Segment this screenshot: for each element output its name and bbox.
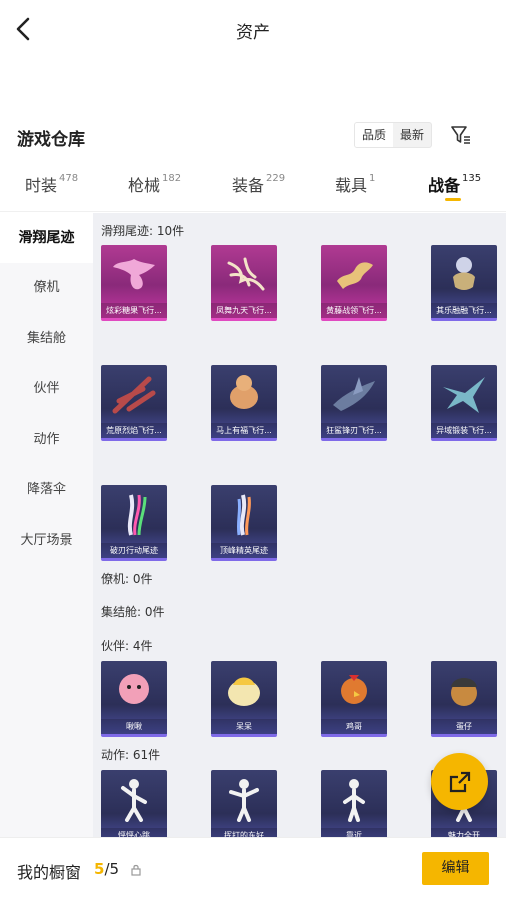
trail-icon xyxy=(127,494,147,536)
item-label: 呆呆 xyxy=(211,719,277,734)
section-title-wingman: 僚机: 0件 xyxy=(101,572,153,586)
item-label: 鸡哥 xyxy=(321,719,387,734)
item-label: 怦怦心跳 xyxy=(101,828,167,837)
item-label: 魅力全开 xyxy=(431,828,497,837)
item-card[interactable]: 鸡哥 xyxy=(321,661,387,737)
item-card[interactable]: 啾啾 xyxy=(101,661,167,737)
tab-guns[interactable]: 枪械 182 xyxy=(128,172,181,196)
active-tab-indicator xyxy=(445,198,461,201)
item-label: 狂鲨锋刃飞行... xyxy=(321,423,387,438)
item-card[interactable]: 其乐融融飞行... xyxy=(431,245,497,321)
item-card[interactable]: 破刃行动尾迹 xyxy=(101,485,167,561)
section-title-pod: 集结舱: 0件 xyxy=(101,605,165,619)
sidebar-item-parachute[interactable]: 降落伞 xyxy=(0,465,93,515)
glider-icon xyxy=(443,377,485,413)
sort-quality-button[interactable]: 品质 xyxy=(355,123,394,147)
sidebar: 滑翔尾迹 僚机 集结舱 伙伴 动作 降落伞 大厅场景 xyxy=(0,213,93,837)
tab-equipment[interactable]: 装备 229 xyxy=(232,172,285,196)
tab-count: 229 xyxy=(266,172,286,184)
tab-fashion[interactable]: 时装 478 xyxy=(25,172,78,196)
item-card[interactable]: 狂鲨锋刃飞行... xyxy=(321,365,387,441)
glider-icon xyxy=(453,257,475,290)
category-tabs: 时装 478 枪械 182 装备 229 载具 1 战备 135 xyxy=(0,160,506,212)
item-label: 马上有福飞行... xyxy=(211,423,277,438)
item-card[interactable]: 靠近 xyxy=(321,770,387,837)
item-label: 荒原烈焰飞行... xyxy=(101,423,167,438)
item-card[interactable]: 挥打的东好 xyxy=(211,770,277,837)
sidebar-item-emote[interactable]: 动作 xyxy=(0,415,93,465)
partner-icon xyxy=(451,678,477,706)
tab-label: 战备 xyxy=(428,176,461,195)
item-label: 其乐融融飞行... xyxy=(431,303,497,318)
tab-vehicles[interactable]: 载具 1 xyxy=(335,172,375,196)
sidebar-item-wingman[interactable]: 僚机 xyxy=(0,263,93,313)
item-label: 异域锻装飞行... xyxy=(431,423,497,438)
partner-icon xyxy=(341,675,367,704)
section-title-glide: 滑翔尾迹: 10件 xyxy=(101,224,185,238)
tab-count: 135 xyxy=(462,172,482,184)
glider-icon xyxy=(230,375,258,409)
edit-button[interactable]: 编辑 xyxy=(422,852,489,885)
top-bar: 资产 xyxy=(0,0,506,60)
glider-icon xyxy=(113,259,155,290)
glider-icon xyxy=(112,376,156,414)
tab-count: 182 xyxy=(162,172,182,184)
sidebar-item-pod[interactable]: 集结舱 xyxy=(0,314,93,364)
tab-count: 478 xyxy=(59,172,79,184)
sort-latest-button[interactable]: 最新 xyxy=(393,123,431,147)
glider-icon xyxy=(333,377,375,411)
warehouse-title: 游戏仓库 xyxy=(17,130,85,150)
showcase-bar: 我的橱窗 5/5 编辑 xyxy=(0,837,506,897)
partner-icon xyxy=(119,674,149,704)
item-card[interactable]: 怦怦心跳 xyxy=(101,770,167,837)
section-title-emote: 动作: 61件 xyxy=(101,748,161,762)
section-title-partner: 伙伴: 4件 xyxy=(101,639,153,653)
item-label: 啾啾 xyxy=(101,719,167,734)
item-label: 靠近 xyxy=(321,828,387,837)
tab-label: 时装 xyxy=(25,176,58,195)
partner-icon xyxy=(228,677,260,706)
tab-label: 枪械 xyxy=(128,176,161,195)
lock-icon xyxy=(131,864,141,876)
item-label: 破刃行动尾迹 xyxy=(101,543,167,558)
trail-icon xyxy=(236,494,251,536)
item-card[interactable]: 顶峰精英尾迹 xyxy=(211,485,277,561)
emote-icon xyxy=(343,779,365,822)
item-label: 顶峰精英尾迹 xyxy=(211,543,277,558)
glider-icon xyxy=(337,262,373,289)
external-link-icon xyxy=(449,771,471,793)
share-button[interactable] xyxy=(431,753,488,810)
item-label: 挥打的东好 xyxy=(211,828,277,837)
item-card[interactable]: 荒原烈焰飞行... xyxy=(101,365,167,441)
tab-count: 1 xyxy=(369,172,376,184)
tab-label: 载具 xyxy=(335,176,368,195)
item-card[interactable]: 异域锻装飞行... xyxy=(431,365,497,441)
emote-icon xyxy=(121,779,147,822)
emote-icon xyxy=(229,779,259,822)
item-card[interactable]: 凤舞九天飞行... xyxy=(211,245,277,321)
page-title: 资产 xyxy=(236,23,270,43)
item-card[interactable]: 呆呆 xyxy=(211,661,277,737)
item-card[interactable]: 蛋仔 xyxy=(431,661,497,737)
showcase-count-current: 5 xyxy=(94,860,105,878)
sidebar-item-glide-trail[interactable]: 滑翔尾迹 xyxy=(0,213,93,263)
glider-icon xyxy=(227,257,265,291)
item-card[interactable]: 黄藤战领飞行... xyxy=(321,245,387,321)
sort-toggle: 品质 最新 xyxy=(354,122,433,148)
item-label: 炫彩糖果飞行... xyxy=(101,303,167,318)
sidebar-item-lobby-scene[interactable]: 大厅场景 xyxy=(0,516,93,566)
showcase-label: 我的橱窗 xyxy=(17,863,82,882)
item-card[interactable]: 炫彩糖果飞行... xyxy=(101,245,167,321)
tab-label: 装备 xyxy=(232,176,265,195)
tab-combat-gear[interactable]: 战备 135 xyxy=(428,172,481,196)
showcase-count: 5/5 xyxy=(94,860,119,878)
sidebar-item-partner[interactable]: 伙伴 xyxy=(0,364,93,414)
item-card[interactable]: 马上有福飞行... xyxy=(211,365,277,441)
item-grid: 滑翔尾迹: 10件 炫彩糖果飞行... 凤舞九天飞行... 黄藤战领飞行... … xyxy=(93,213,506,837)
item-label: 凤舞九天飞行... xyxy=(211,303,277,318)
item-label: 蛋仔 xyxy=(431,719,497,734)
showcase-count-total: 5 xyxy=(109,860,120,878)
item-label: 黄藤战领飞行... xyxy=(321,303,387,318)
filter-icon[interactable] xyxy=(450,124,472,146)
